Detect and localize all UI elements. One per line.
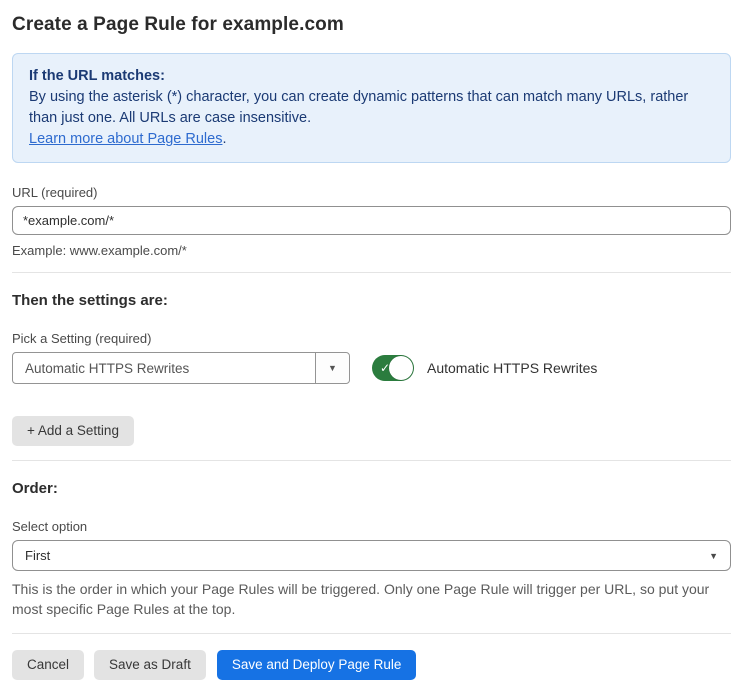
order-select[interactable]: First ▼: [12, 540, 731, 571]
divider: [12, 272, 731, 273]
chevron-down-icon[interactable]: ▼: [315, 353, 349, 383]
url-input[interactable]: [12, 206, 731, 235]
page-title: Create a Page Rule for example.com: [12, 14, 344, 35]
info-box-link-line: Learn more about Page Rules.: [29, 129, 714, 150]
divider: [12, 633, 731, 634]
order-help-text: This is the order in which your Page Rul…: [12, 581, 710, 617]
info-box-body: By using the asterisk (*) character, you…: [29, 89, 689, 126]
url-field-label: URL (required): [12, 185, 98, 200]
order-select-value: First: [25, 548, 51, 563]
cancel-button[interactable]: Cancel: [12, 650, 85, 680]
save-draft-button[interactable]: Save as Draft: [94, 650, 206, 680]
footer-actions: Cancel Save as Draft Save and Deploy Pag…: [12, 650, 731, 680]
setting-dropdown-value: Automatic HTTPS Rewrites: [25, 360, 190, 376]
setting-toggle[interactable]: ✓: [372, 355, 414, 381]
learn-more-link[interactable]: Learn more about Page Rules: [29, 131, 222, 147]
settings-section-heading: Then the settings are:: [12, 292, 168, 309]
add-setting-button[interactable]: + Add a Setting: [12, 416, 134, 446]
order-select-label: Select option: [12, 519, 88, 534]
divider: [12, 460, 731, 461]
link-suffix: .: [222, 131, 227, 147]
url-matches-info-box: If the URL matches: By using the asteris…: [12, 53, 731, 163]
create-page-rule-form: Create a Page Rule for example.com If th…: [0, 0, 743, 695]
order-section-heading: Order:: [12, 480, 58, 497]
url-field-hint: Example: www.example.com/*: [12, 243, 187, 258]
pick-setting-label: Pick a Setting (required): [12, 331, 152, 346]
setting-toggle-label: Automatic HTTPS Rewrites: [427, 360, 598, 376]
chevron-down-icon: ▼: [709, 550, 718, 561]
toggle-knob: [389, 356, 413, 380]
setting-dropdown[interactable]: Automatic HTTPS Rewrites ▼: [12, 352, 350, 384]
info-box-heading: If the URL matches:: [29, 68, 165, 84]
setting-row: Automatic HTTPS Rewrites ▼ ✓ Automatic H…: [12, 352, 731, 384]
save-deploy-button[interactable]: Save and Deploy Page Rule: [216, 650, 417, 680]
